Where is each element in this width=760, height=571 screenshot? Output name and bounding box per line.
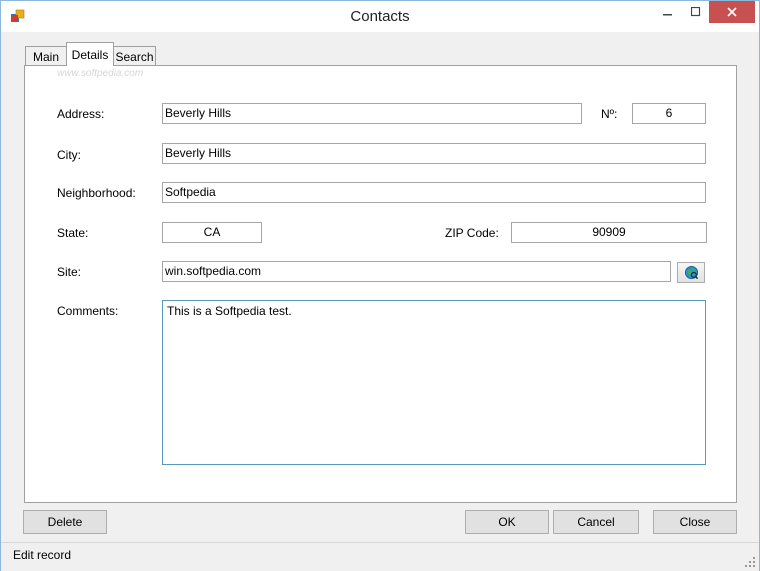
state-label: State: <box>57 226 89 240</box>
title-bar[interactable]: Contacts <box>1 1 759 32</box>
globe-icon <box>684 265 698 280</box>
number-label: Nº: <box>601 107 618 121</box>
watermark: www.softpedia.com <box>57 68 144 79</box>
close-button[interactable]: Close <box>653 510 737 534</box>
city-field[interactable]: Beverly Hills <box>162 143 706 164</box>
neighborhood-label: Neighborhood: <box>57 186 136 200</box>
window-title: Contacts <box>350 8 410 25</box>
neighborhood-field[interactable]: Softpedia <box>162 182 706 203</box>
contacts-window: Contacts Main Details Search www.softped… <box>0 0 760 571</box>
address-field[interactable]: Beverly Hills <box>162 103 582 124</box>
close-window-button[interactable] <box>709 1 755 23</box>
address-label: Address: <box>57 107 105 121</box>
tab-main[interactable]: Main <box>25 46 67 66</box>
zip-label: ZIP Code: <box>445 226 499 240</box>
maximize-icon <box>691 7 701 17</box>
cancel-button[interactable]: Cancel <box>553 510 639 534</box>
minimize-button[interactable] <box>651 1 685 23</box>
tab-search[interactable]: Search <box>113 46 156 66</box>
zip-field[interactable]: 90909 <box>511 222 707 243</box>
delete-button[interactable]: Delete <box>23 510 107 534</box>
resize-grip-icon[interactable] <box>745 557 755 567</box>
comments-label: Comments: <box>57 304 119 318</box>
number-field[interactable]: 6 <box>632 103 706 124</box>
details-panel: Address: Beverly Hills Nº: 6 City: Bever… <box>24 65 737 503</box>
site-field[interactable]: win.softpedia.com <box>162 261 671 282</box>
city-label: City: <box>57 148 81 162</box>
minimize-icon <box>663 14 672 16</box>
site-label: Site: <box>57 265 82 279</box>
maximize-button[interactable] <box>685 1 707 23</box>
open-site-button[interactable] <box>677 262 705 283</box>
close-icon <box>727 7 737 17</box>
status-text: Edit record <box>13 548 72 562</box>
status-bar: Edit record <box>1 542 759 571</box>
state-field[interactable]: CA <box>162 222 262 243</box>
ok-button[interactable]: OK <box>465 510 549 534</box>
comments-textarea[interactable]: This is a Softpedia test. <box>162 300 706 465</box>
tab-details[interactable]: Details <box>66 42 114 66</box>
